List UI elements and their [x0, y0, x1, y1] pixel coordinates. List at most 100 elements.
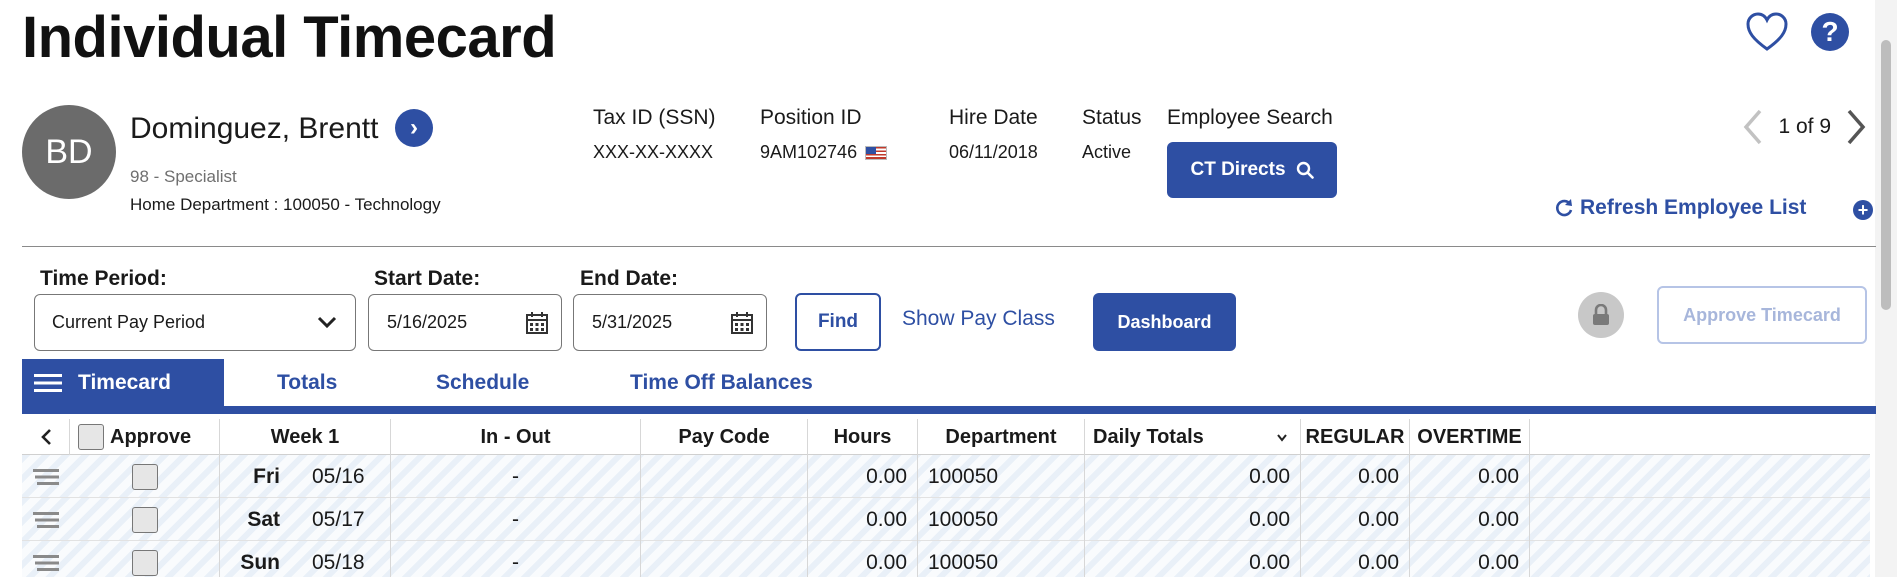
daily-totals-header-label: Daily Totals [1093, 425, 1204, 448]
chevron-down-icon [317, 316, 337, 329]
department-column-header: Department [918, 419, 1085, 455]
refresh-icon [1556, 199, 1573, 217]
help-icon[interactable]: ? [1811, 13, 1849, 51]
hours-cell[interactable]: 0.00 [808, 541, 918, 577]
lock-button[interactable] [1578, 292, 1624, 338]
department-cell[interactable]: 100050 [918, 455, 1085, 498]
drag-handle-icon[interactable] [33, 467, 59, 487]
department-cell[interactable]: 100050 [918, 498, 1085, 541]
table-row[interactable]: Fri 05/16 - 0.00 100050 0.00 0.00 0.00 [22, 455, 1870, 498]
position-id-row: 9AM102746 [760, 142, 888, 163]
pager-text: 1 of 9 [1778, 115, 1831, 138]
approve-all-checkbox[interactable] [78, 424, 104, 450]
approve-timecard-button[interactable]: Approve Timecard [1657, 286, 1867, 344]
regular-cell: 0.00 [1301, 455, 1410, 498]
start-date-value: 5/16/2025 [387, 312, 468, 332]
chevron-down-icon[interactable] [1276, 433, 1288, 443]
refresh-employee-list-link[interactable]: Refresh Employee List [1554, 196, 1806, 220]
table-row[interactable]: Sun 05/18 - 0.00 100050 0.00 0.00 0.00 [22, 541, 1870, 577]
start-date-input[interactable]: 5/16/2025 [368, 294, 562, 351]
hours-cell[interactable]: 0.00 [808, 498, 918, 541]
time-period-value: Current Pay Period [52, 312, 206, 332]
approve-cell [70, 455, 220, 498]
tab-timecard-label: Timecard [78, 371, 171, 394]
scrollbar[interactable] [1875, 0, 1897, 577]
row-approve-checkbox[interactable] [131, 506, 158, 533]
department-cell[interactable]: 100050 [918, 541, 1085, 577]
heart-icon[interactable] [1745, 12, 1789, 52]
hours-column-header: Hours [808, 419, 918, 455]
in-out-cell[interactable]: - [391, 498, 641, 541]
in-out-cell[interactable]: - [391, 455, 641, 498]
tax-id-label: Tax ID (SSN) [593, 106, 716, 129]
pay-code-column-header: Pay Code [641, 419, 808, 455]
tab-timecard[interactable]: Timecard [22, 359, 224, 407]
pay-code-cell[interactable] [641, 498, 808, 541]
employee-name: Dominguez, Brentt [130, 112, 379, 145]
chevron-left-icon[interactable] [40, 428, 52, 446]
scrollbar-thumb[interactable] [1881, 40, 1891, 310]
grid-header: Approve Week 1 In - Out Pay Code Hours D… [22, 419, 1870, 455]
find-button[interactable]: Find [795, 293, 881, 351]
hours-cell[interactable]: 0.00 [808, 455, 918, 498]
drag-handle-icon[interactable] [33, 510, 59, 530]
avatar: BD [22, 105, 116, 199]
regular-cell: 0.00 [1301, 498, 1410, 541]
time-period-select[interactable]: Current Pay Period [34, 294, 356, 351]
employee-search-group: Employee Search CT Directs [1167, 106, 1337, 198]
tab-time-off-balances[interactable]: Time Off Balances [630, 359, 813, 407]
show-pay-class-link[interactable]: Show Pay Class [902, 307, 1055, 331]
row-approve-checkbox[interactable] [131, 463, 158, 490]
calendar-icon[interactable] [525, 311, 549, 335]
employee-search-label: Employee Search [1167, 106, 1333, 129]
calendar-icon[interactable] [730, 311, 754, 335]
tab-totals[interactable]: Totals [277, 359, 337, 407]
page-title: Individual Timecard [22, 5, 557, 70]
in-out-column-header: In - Out [391, 419, 641, 455]
tax-id-group: Tax ID (SSN) XXX-XX-XXXX [593, 106, 716, 163]
drag-handle[interactable] [22, 541, 70, 577]
collapse-column-header[interactable] [22, 419, 70, 455]
tab-underline [22, 406, 1876, 414]
week-cell: Fri 05/16 [220, 455, 391, 498]
pay-code-cell[interactable] [641, 541, 808, 577]
drag-handle-icon[interactable] [33, 553, 59, 573]
add-icon[interactable]: + [1853, 200, 1873, 220]
drag-handle[interactable] [22, 498, 70, 541]
tab-bar: Timecard Totals Schedule Time Off Balanc… [22, 359, 1876, 407]
end-date-value: 5/31/2025 [592, 312, 673, 332]
position-id-group: Position ID 9AM102746 [760, 106, 888, 163]
daily-totals-cell: 0.00 [1085, 455, 1301, 498]
chevron-right-icon[interactable] [1845, 108, 1867, 146]
employee-job: 98 - Specialist [130, 167, 237, 186]
regular-column-header: REGULAR [1301, 419, 1410, 455]
row-approve-checkbox[interactable] [131, 549, 158, 576]
start-date-label: Start Date: [374, 267, 481, 290]
tab-schedule[interactable]: Schedule [436, 359, 529, 407]
daily-totals-column-header[interactable]: Daily Totals [1085, 419, 1301, 455]
pay-code-cell[interactable] [641, 455, 808, 498]
regular-cell: 0.00 [1301, 541, 1410, 577]
table-row[interactable]: Sat 05/17 - 0.00 100050 0.00 0.00 0.00 [22, 498, 1870, 541]
chevron-left-icon[interactable] [1742, 108, 1764, 146]
day-date: 05/18 [312, 550, 365, 574]
chevron-right-circle-icon[interactable]: › [395, 109, 433, 147]
menu-icon[interactable] [34, 373, 62, 393]
hire-date-value: 06/11/2018 [949, 142, 1038, 162]
status-label: Status [1082, 106, 1142, 129]
in-out-cell[interactable]: - [391, 541, 641, 577]
employee-search-button[interactable]: CT Directs [1167, 142, 1337, 198]
day-name: Sat [247, 507, 280, 531]
grid-body: Fri 05/16 - 0.00 100050 0.00 0.00 0.00 S… [22, 455, 1870, 577]
day-name: Sun [240, 550, 280, 574]
end-date-input[interactable]: 5/31/2025 [573, 294, 767, 351]
day-date: 05/17 [312, 507, 365, 531]
tax-id-value: XXX-XX-XXXX [593, 142, 714, 162]
status-value: Active [1082, 142, 1132, 162]
approve-cell [70, 498, 220, 541]
week-column-header: Week 1 [220, 419, 391, 455]
search-icon [1296, 161, 1314, 179]
drag-handle[interactable] [22, 455, 70, 498]
approve-column-header: Approve [70, 419, 220, 455]
dashboard-button[interactable]: Dashboard [1093, 293, 1236, 351]
